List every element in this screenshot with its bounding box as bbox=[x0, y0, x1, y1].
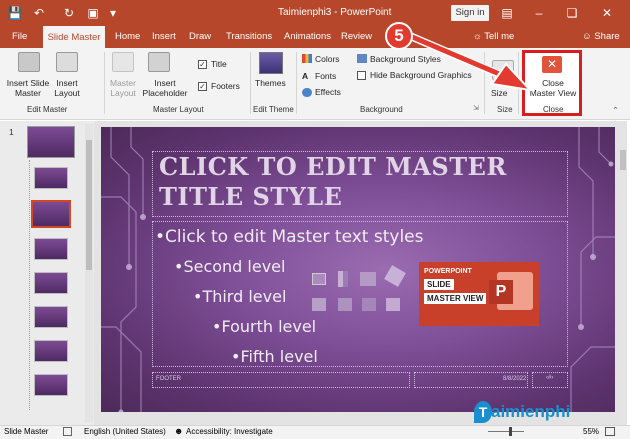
tab-draw[interactable]: Draw bbox=[189, 31, 211, 42]
title-checkbox-label: Title bbox=[211, 59, 227, 69]
insert-picture-icon[interactable] bbox=[312, 298, 326, 311]
layout-connector bbox=[29, 160, 30, 410]
tab-home[interactable]: Home bbox=[115, 31, 140, 42]
watermark-logo-icon: T bbox=[474, 401, 492, 423]
layout-thumbnail[interactable] bbox=[34, 238, 68, 260]
insert-table-icon[interactable] bbox=[312, 273, 326, 285]
accessibility-icon: ☻ bbox=[174, 426, 184, 436]
layout-thumbnail-selected[interactable] bbox=[31, 200, 71, 228]
hide-background-checkbox[interactable] bbox=[357, 71, 366, 80]
powerpoint-letter: P bbox=[489, 280, 513, 304]
close-icon[interactable]: ✕ bbox=[598, 4, 616, 22]
title-checkbox[interactable]: ✓ bbox=[198, 60, 207, 69]
level-3-text[interactable]: •Third level bbox=[193, 287, 286, 306]
tab-slide-master[interactable]: Slide Master bbox=[43, 26, 105, 48]
master-layout-button[interactable]: Master Layout bbox=[108, 78, 138, 98]
tab-animations[interactable]: Animations bbox=[284, 31, 331, 42]
thumbnail-scroll-thumb[interactable] bbox=[86, 140, 92, 270]
tab-review[interactable]: Review bbox=[341, 31, 372, 42]
window-title: Taimienphi3 - PowerPoint bbox=[278, 7, 392, 18]
group-size: Size bbox=[497, 105, 513, 114]
insert-video-icon[interactable] bbox=[362, 298, 376, 311]
separator bbox=[250, 52, 251, 114]
spelling-icon[interactable] bbox=[63, 427, 72, 436]
restore-icon[interactable]: ❏ bbox=[563, 4, 581, 22]
redo-icon[interactable]: ↻ bbox=[60, 4, 78, 22]
themes-button[interactable]: Themes bbox=[255, 78, 286, 88]
zoom-slider-thumb[interactable] bbox=[509, 427, 512, 436]
language-label[interactable]: English (United States) bbox=[84, 427, 166, 436]
insert-slide-master-button[interactable]: Insert Slide Master bbox=[6, 78, 50, 98]
level-4-text[interactable]: •Fourth level bbox=[212, 317, 316, 336]
insert-layout-button[interactable]: Insert Layout bbox=[52, 78, 82, 98]
insert-placeholder-button[interactable]: Insert Placeholder bbox=[140, 78, 190, 98]
customize-icon[interactable]: ▾ bbox=[104, 4, 122, 22]
dialog-launcher-icon[interactable]: ⇲ bbox=[473, 104, 479, 114]
level-1-text[interactable]: •Click to edit Master text styles bbox=[155, 227, 424, 247]
save-icon[interactable]: 💾 bbox=[6, 4, 24, 22]
step-number-badge: 5 bbox=[385, 22, 413, 50]
footers-checkbox-label: Footers bbox=[211, 81, 240, 91]
level-2-text[interactable]: •Second level bbox=[174, 257, 285, 276]
insert-slide-master-icon bbox=[18, 52, 40, 72]
logo-subtitle-line: MASTER VIEW bbox=[424, 293, 487, 304]
slide-scroll-thumb[interactable] bbox=[620, 150, 626, 170]
insert-placeholder-icon bbox=[148, 52, 170, 72]
slide-number-icon: ‹#› bbox=[546, 375, 554, 381]
insert-stock-image-icon[interactable] bbox=[338, 298, 352, 311]
layout-thumbnail[interactable] bbox=[34, 272, 68, 294]
close-master-view-icon[interactable]: ✕ bbox=[542, 56, 562, 73]
footer-text[interactable]: FOOTER bbox=[156, 376, 181, 382]
group-edit-theme: Edit Theme bbox=[253, 105, 294, 114]
fonts-icon: A bbox=[302, 71, 309, 81]
layout-thumbnail[interactable] bbox=[34, 374, 68, 396]
share-icon: ☺ bbox=[582, 31, 595, 42]
themes-icon bbox=[259, 52, 283, 74]
group-close: Close bbox=[543, 105, 564, 114]
master-layout-icon bbox=[112, 52, 134, 72]
logo-title-line: SLIDE bbox=[424, 279, 454, 290]
presenter-icon[interactable]: ▣ bbox=[84, 4, 102, 22]
date-text[interactable]: 8/8/2022 bbox=[503, 376, 526, 382]
insert-smartart-icon[interactable] bbox=[360, 272, 376, 286]
thumbnail-number: 1 bbox=[9, 127, 14, 137]
colors-icon bbox=[302, 54, 312, 63]
zoom-level[interactable]: 55% bbox=[583, 427, 599, 436]
layout-thumbnail[interactable] bbox=[34, 340, 68, 362]
group-background: Background bbox=[360, 105, 403, 114]
layout-thumbnail[interactable] bbox=[34, 167, 68, 189]
tab-insert[interactable]: Insert bbox=[152, 31, 176, 42]
fonts-dropdown[interactable]: Fonts bbox=[315, 71, 336, 81]
colors-dropdown[interactable]: Colors bbox=[315, 54, 340, 64]
fit-to-window-icon[interactable] bbox=[605, 427, 615, 436]
insert-layout-icon bbox=[56, 52, 78, 72]
footers-checkbox[interactable]: ✓ bbox=[198, 82, 207, 91]
zoom-slider[interactable] bbox=[488, 431, 524, 432]
background-styles-icon bbox=[357, 54, 367, 63]
master-title-text[interactable]: CLICK TO EDIT MASTER TITLE STYLE bbox=[155, 152, 565, 214]
group-master-layout: Master Layout bbox=[153, 105, 204, 114]
view-mode-label: Slide Master bbox=[4, 427, 49, 436]
sign-in-button[interactable]: Sign in bbox=[451, 5, 489, 21]
level-5-text[interactable]: •Fifth level bbox=[231, 347, 318, 366]
watermark-text: aimienphi bbox=[491, 402, 571, 421]
tab-file[interactable]: File bbox=[12, 31, 27, 42]
logo-caption: POWERPOINT bbox=[424, 268, 472, 275]
share-button[interactable]: ☺ Share bbox=[582, 31, 620, 42]
footer-placeholder[interactable] bbox=[152, 372, 410, 388]
master-thumbnail[interactable] bbox=[27, 126, 75, 158]
effects-dropdown[interactable]: Effects bbox=[315, 87, 341, 97]
separator bbox=[296, 52, 297, 114]
insert-chart-icon[interactable] bbox=[338, 271, 348, 287]
accessibility-label[interactable]: Accessibility: Investigate bbox=[186, 427, 273, 436]
tab-transitions[interactable]: Transitions bbox=[226, 31, 272, 42]
effects-icon bbox=[302, 88, 312, 97]
group-edit-master: Edit Master bbox=[27, 105, 68, 114]
collapse-ribbon-icon[interactable]: ⌃ bbox=[612, 105, 619, 115]
separator bbox=[104, 52, 105, 114]
insert-icons-icon[interactable] bbox=[386, 298, 400, 311]
share-label: Share bbox=[594, 31, 620, 42]
undo-icon[interactable]: ↶ bbox=[30, 4, 48, 22]
layout-thumbnail[interactable] bbox=[34, 306, 68, 328]
